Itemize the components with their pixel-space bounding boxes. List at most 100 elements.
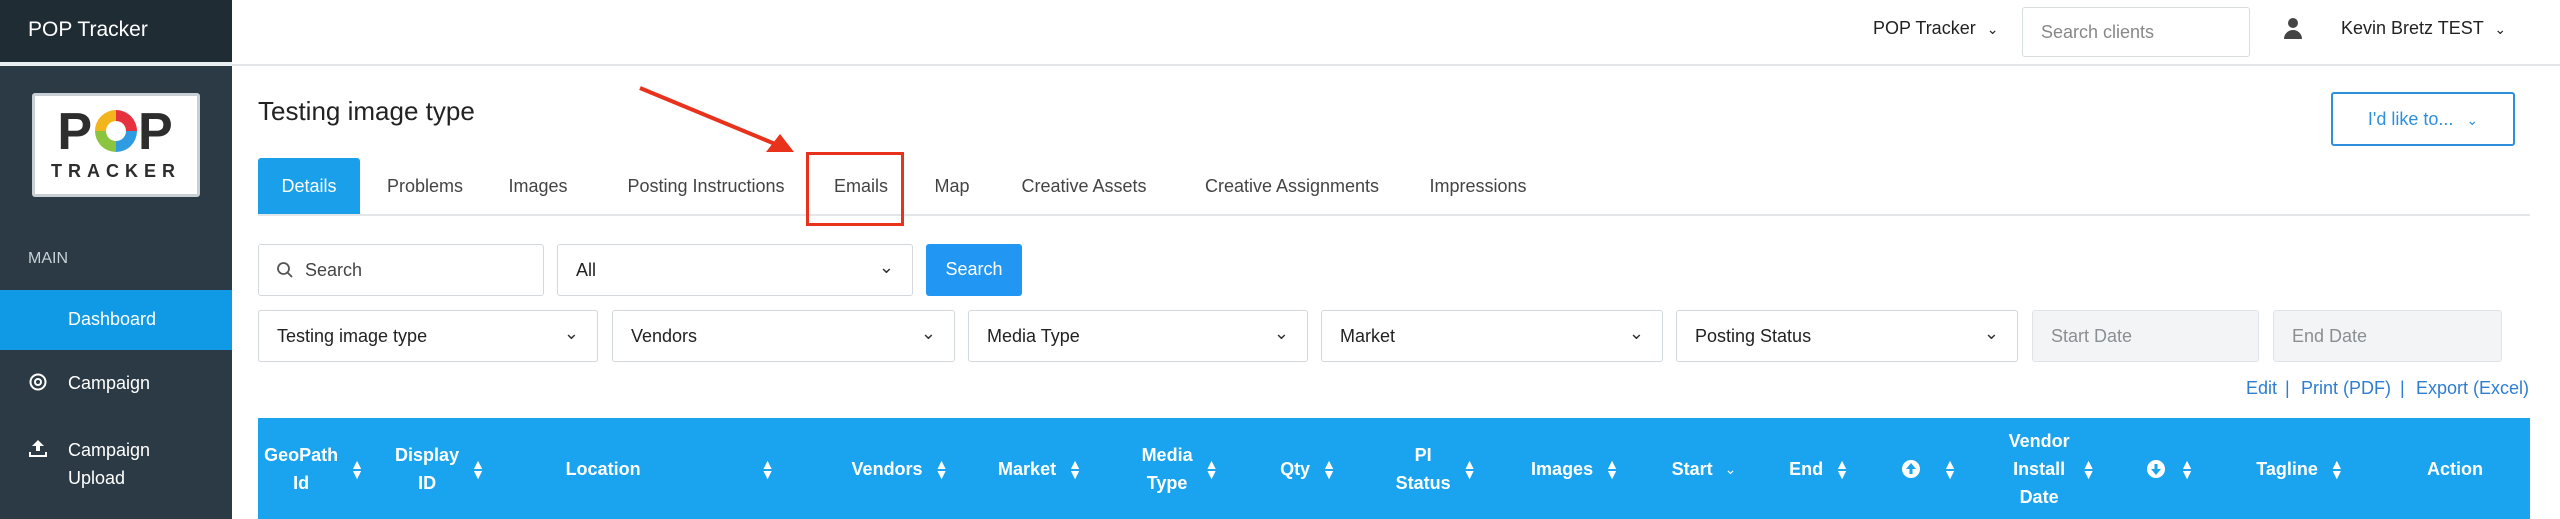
tab-impressions[interactable]: Impressions	[1406, 158, 1550, 214]
status-select[interactable]: All ⌄	[557, 244, 913, 296]
link-separator: |	[2285, 378, 2290, 398]
chevron-down-icon: ⌄	[2494, 21, 2507, 37]
logo-subtitle: TRACKER	[51, 161, 181, 181]
sidebar-item-label: Campaign Upload	[68, 440, 151, 488]
chevron-down-icon: ⌄	[563, 323, 579, 343]
market-select[interactable]: Market ⌄	[1321, 310, 1663, 362]
header-line: Images	[1531, 458, 1594, 479]
tab-creative-assignments[interactable]: Creative Assignments	[1174, 158, 1410, 214]
sidebar-item-label: Dashboard	[68, 309, 157, 329]
tab-creative-assets[interactable]: Creative Assets	[998, 158, 1170, 214]
button-label: I'd like to...	[2367, 109, 2454, 129]
header-line: Tagline	[2256, 458, 2318, 479]
sort-icon[interactable]: ▲ ▼	[350, 457, 364, 481]
logo-o-icon	[95, 110, 137, 152]
header-line: ID	[418, 472, 437, 493]
header-line: Vendors	[851, 458, 923, 479]
header-line: Qty	[1280, 458, 1311, 479]
sort-icon[interactable]: ▲ ▼	[761, 457, 775, 481]
search-button[interactable]: Search	[926, 244, 1022, 296]
header-line: Vendor	[2008, 430, 2070, 451]
start-date-input[interactable]: Start Date	[2032, 310, 2259, 362]
sort-icon[interactable]: ▲ ▼	[1605, 457, 1619, 481]
header-line: Status	[1395, 472, 1451, 493]
header-line: Start	[1671, 458, 1713, 479]
end-date-input[interactable]: End Date	[2273, 310, 2502, 362]
column-header-location[interactable]: Location ▲ ▼	[510, 418, 830, 519]
sort-icon[interactable]: ▲ ▼	[2180, 457, 2194, 481]
tab-details[interactable]: Details	[258, 158, 360, 214]
arrow-up-circle-icon	[1902, 459, 1921, 478]
sidebar-item-dashboard[interactable]: Dashboard	[0, 290, 232, 350]
select-value: Vendors	[631, 326, 698, 346]
target-icon	[29, 373, 47, 391]
chevron-down-icon: ⌄	[1983, 323, 1999, 343]
app-title[interactable]: POP Tracker	[0, 0, 232, 62]
tab-problems[interactable]: Problems	[368, 158, 482, 214]
posting-status-select[interactable]: Posting Status ⌄	[1676, 310, 2018, 362]
search-icon	[277, 262, 293, 278]
sort-icon[interactable]: ▲ ▼	[471, 457, 485, 481]
sort-icon[interactable]: ▲ ▼	[935, 457, 949, 481]
header-line: PI	[1414, 444, 1432, 465]
sort-icon[interactable]: ▲ ▼	[1943, 457, 1957, 481]
column-header-download-status[interactable]: ▲ ▼	[2120, 418, 2220, 519]
search-clients-input[interactable]: Search clients	[2022, 7, 2250, 57]
chevron-down-icon: ⌄	[1273, 323, 1289, 343]
sort-icon[interactable]: ▲ ▼	[2082, 457, 2096, 481]
sort-desc-icon[interactable]: ⌄	[1725, 462, 1737, 476]
header-line: Action	[2427, 458, 2483, 479]
header-line: Market	[998, 458, 1057, 479]
sort-icon[interactable]: ▲ ▼	[1322, 457, 1336, 481]
header-line: Install	[2013, 458, 2066, 479]
column-header-vendor-install-date[interactable]: Vendor Install Date ▲ ▼	[1984, 418, 2120, 519]
column-header-market[interactable]: Market ▲ ▼	[970, 418, 1110, 519]
upload-icon	[29, 440, 47, 457]
campaign-select[interactable]: Testing image type ⌄	[258, 310, 598, 362]
sidebar-item-campaign-upload[interactable]: Campaign Upload	[0, 430, 232, 490]
media-type-select[interactable]: Media Type ⌄	[968, 310, 1308, 362]
column-header-vendors[interactable]: Vendors ▲ ▼	[830, 418, 970, 519]
sort-icon[interactable]: ▲ ▼	[1205, 457, 1219, 481]
column-header-media-type[interactable]: Media Type ▲ ▼	[1110, 418, 1250, 519]
column-header-display-id[interactable]: Display ID ▲ ▼	[370, 418, 510, 519]
tab-images[interactable]: Images	[490, 158, 586, 214]
sort-icon[interactable]: ▲ ▼	[1068, 457, 1082, 481]
table-header: GeoPath Id ▲ ▼ Display ID ▲ ▼ Location ▲ ▼ Ve…	[258, 418, 2530, 519]
select-value: Posting Status	[1695, 326, 1812, 346]
column-header-action: Action	[2380, 418, 2530, 519]
export-excel-link[interactable]: Export (Excel)	[2416, 378, 2529, 399]
column-header-geopath-id[interactable]: GeoPath Id ▲ ▼	[258, 418, 370, 519]
tab-map[interactable]: Map	[912, 158, 992, 214]
tab-posting-instructions[interactable]: Posting Instructions	[596, 158, 816, 214]
pop-tracker-logo[interactable]: PP TRACKER	[32, 93, 200, 197]
edit-link[interactable]: Edit	[2246, 378, 2277, 399]
page-title: Testing image type	[258, 96, 475, 126]
header-line: Display	[395, 444, 460, 465]
sidebar-item-campaign[interactable]: Campaign	[0, 365, 232, 405]
app-switcher-label: POP Tracker	[1873, 18, 1976, 38]
column-header-tagline[interactable]: Tagline ▲ ▼	[2220, 418, 2380, 519]
vendors-select[interactable]: Vendors ⌄	[612, 310, 955, 362]
user-icon[interactable]	[2283, 18, 2303, 40]
column-header-start[interactable]: Start ⌄	[1644, 418, 1764, 519]
header-line: Id	[293, 472, 310, 493]
sort-icon[interactable]: ▲ ▼	[1835, 457, 1849, 481]
column-header-end[interactable]: End ▲ ▼	[1764, 418, 1874, 519]
print-pdf-link[interactable]: Print (PDF)	[2301, 378, 2391, 399]
sort-icon[interactable]: ▲ ▼	[1463, 457, 1477, 481]
tab-bar: Details Problems Images Posting Instruct…	[258, 158, 2530, 216]
chevron-down-icon: ⌄	[920, 323, 936, 343]
chevron-down-icon: ⌄	[1628, 323, 1644, 343]
search-field[interactable]: Search	[258, 244, 544, 296]
user-menu[interactable]: Kevin Bretz TEST ⌄	[2341, 18, 2506, 39]
id-like-to-button[interactable]: I'd like to... ⌄	[2331, 92, 2515, 146]
column-header-images[interactable]: Images ▲ ▼	[1506, 418, 1644, 519]
header-line: End	[1789, 458, 1824, 479]
column-header-qty[interactable]: Qty ▲ ▼	[1250, 418, 1366, 519]
column-header-upload-status[interactable]: ▲ ▼	[1874, 418, 1984, 519]
sort-icon[interactable]: ▲ ▼	[2330, 457, 2344, 481]
column-header-pi-status[interactable]: PI Status ▲ ▼	[1366, 418, 1506, 519]
app-switcher[interactable]: POP Tracker ⌄	[1873, 18, 1998, 39]
search-placeholder: Search	[305, 260, 363, 280]
